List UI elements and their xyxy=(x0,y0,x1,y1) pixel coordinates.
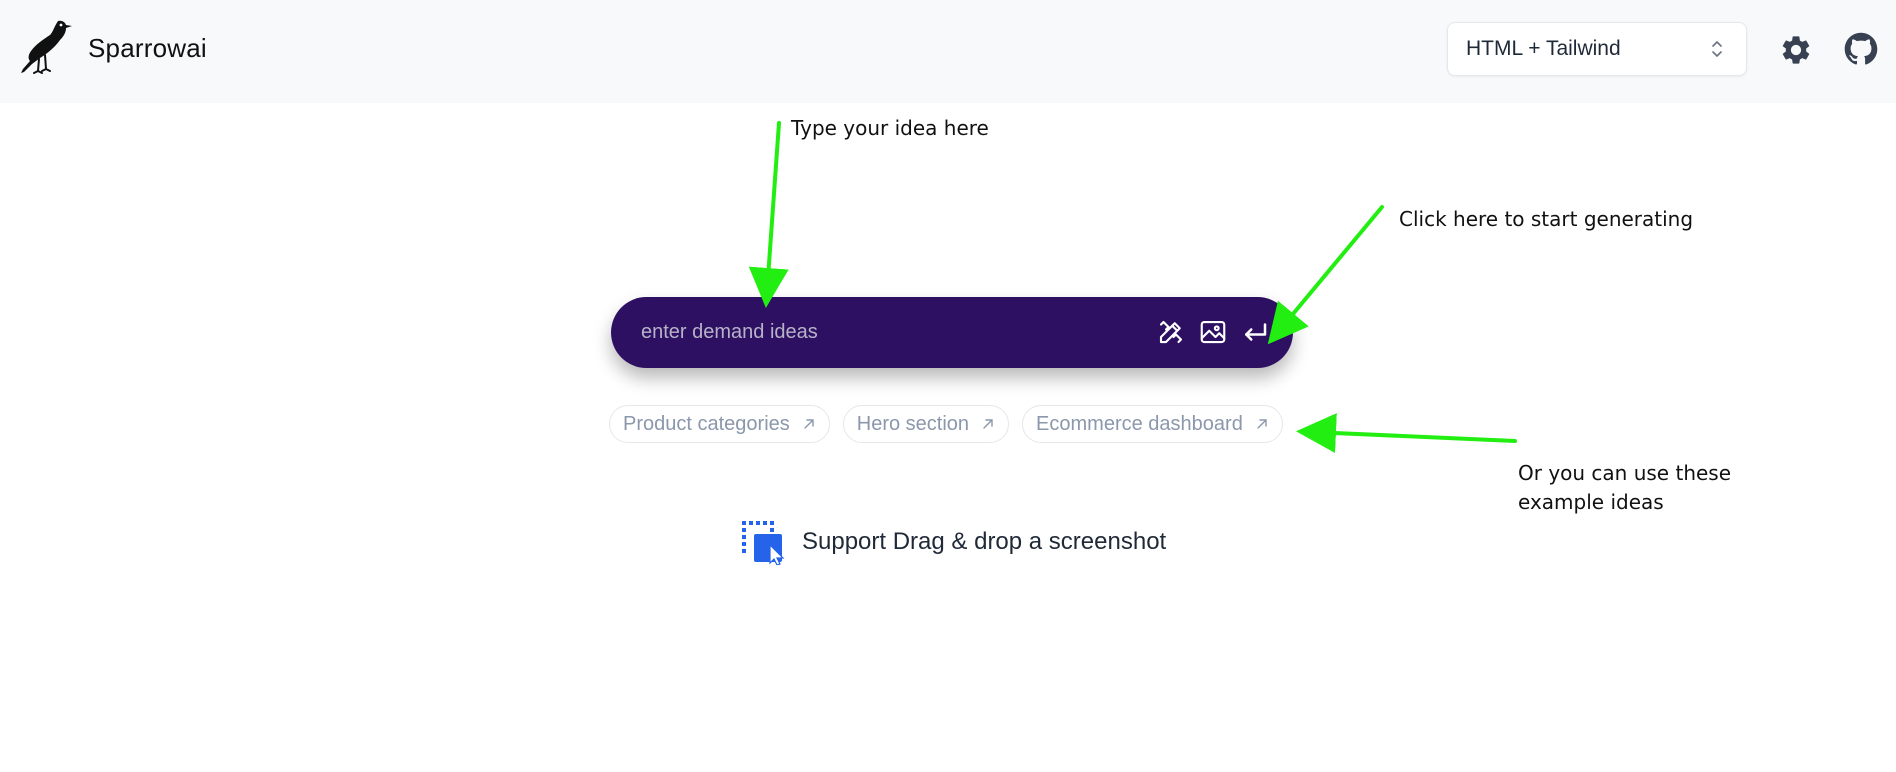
brand[interactable]: Sparrowai xyxy=(14,17,207,79)
arrow-up-right-icon xyxy=(804,419,814,429)
drag-drop-icon xyxy=(742,521,785,565)
example-chip[interactable]: Product categories xyxy=(609,405,830,443)
enter-icon[interactable] xyxy=(1240,317,1270,347)
annotation-type-idea: Type your idea here xyxy=(791,116,989,140)
example-chip[interactable]: Ecommerce dashboard xyxy=(1022,405,1283,443)
gear-icon[interactable] xyxy=(1779,33,1813,67)
example-chip-label: Product categories xyxy=(623,412,790,435)
example-chip-label: Hero section xyxy=(856,412,970,435)
design-tools-icon[interactable] xyxy=(1156,317,1186,347)
sparrow-logo-icon xyxy=(21,20,72,74)
brand-name: Sparrowai xyxy=(88,32,207,63)
annotation-arrow-examples xyxy=(1296,413,1517,454)
framework-select[interactable]: HTML + Tailwind xyxy=(1447,22,1747,76)
drag-drop-hint[interactable]: Support Drag & drop a screenshot xyxy=(740,519,1166,565)
example-chip[interactable]: Hero section xyxy=(842,405,1010,443)
image-icon[interactable] xyxy=(1198,317,1228,347)
prompt-bar xyxy=(611,297,1293,368)
annotation-click-generate: Click here to start generating xyxy=(1399,207,1694,231)
annotation-arrow-enter xyxy=(1267,205,1384,345)
drag-drop-label: Support Drag & drop a screenshot xyxy=(802,528,1167,555)
chevron-up-down-icon xyxy=(1712,41,1722,57)
github-icon[interactable] xyxy=(1844,32,1878,66)
example-chip-label: Ecommerce dashboard xyxy=(1036,412,1243,435)
framework-select-value: HTML + Tailwind xyxy=(1466,37,1621,60)
page: Sparrowai HTML + Tailwind enter demand i… xyxy=(0,0,1896,772)
example-ideas: Product categories Hero section Ecommerc… xyxy=(609,405,1296,443)
annotation-use-examples: Or you can use these example ideas xyxy=(1518,461,1732,514)
annotation-arrow-input xyxy=(748,121,789,308)
arrow-up-right-icon xyxy=(1257,419,1267,429)
top-navbar: Sparrowai HTML + Tailwind xyxy=(0,0,1896,103)
arrow-up-right-icon xyxy=(983,419,993,429)
prompt-input[interactable] xyxy=(641,315,1121,349)
